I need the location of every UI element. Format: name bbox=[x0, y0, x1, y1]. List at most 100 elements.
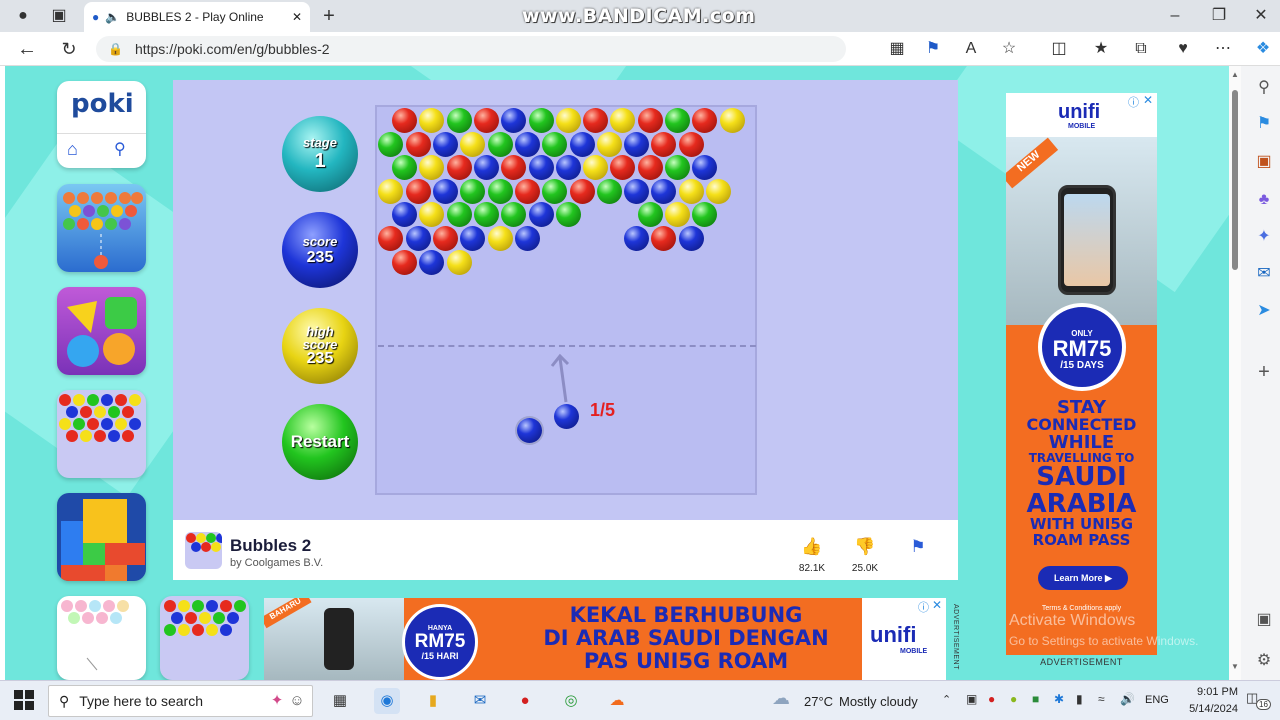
game-thumbnail-dots[interactable] bbox=[57, 596, 146, 680]
home-icon[interactable]: ⌂ bbox=[67, 139, 78, 160]
game-thumbnail-bubbles-2[interactable] bbox=[160, 596, 249, 680]
sidebar-games-icon[interactable]: ♣ bbox=[1252, 188, 1276, 212]
restart-button[interactable]: Restart bbox=[282, 404, 358, 480]
tray-bluetooth-icon[interactable]: ✱ bbox=[1054, 692, 1064, 706]
favorite-star-icon[interactable]: ☆ bbox=[996, 36, 1022, 62]
refresh-icon[interactable]: ↻ bbox=[56, 36, 82, 62]
ad-banner-bottom[interactable]: BAHARU HANYA RM75 /15 HARI KEKAL BERHUBU… bbox=[264, 598, 946, 680]
favorites-icon[interactable]: ★ bbox=[1088, 36, 1114, 62]
shooter-bubble[interactable] bbox=[554, 404, 579, 429]
tray-battery-icon[interactable]: ▮ bbox=[1076, 692, 1083, 706]
game-thumbnail-blocks[interactable] bbox=[57, 493, 146, 581]
bubble-red bbox=[473, 108, 499, 133]
bandicam-icon[interactable]: ● bbox=[512, 688, 538, 714]
browser-essentials-icon[interactable]: ♥ bbox=[1170, 36, 1196, 62]
coupon-icon[interactable]: ⚑ bbox=[920, 36, 946, 62]
ad-banner-right[interactable]: unifi MOBILE ⓘ ✕ NEW ONLY RM75 /15 DAYS … bbox=[1006, 93, 1157, 655]
ad-bottom-info-icon[interactable]: ⓘ bbox=[918, 599, 929, 615]
bubble-yellow bbox=[596, 131, 622, 157]
lock-icon: 🔒 bbox=[108, 42, 123, 56]
task-view-icon[interactable]: ▦ bbox=[327, 688, 353, 714]
bubble-red bbox=[583, 108, 609, 133]
tray-app-icon-1[interactable]: ▣ bbox=[966, 692, 977, 706]
bubble-green bbox=[487, 131, 513, 157]
close-tab-icon[interactable]: ✕ bbox=[292, 10, 302, 24]
ad-close-icon[interactable]: ✕ bbox=[1143, 93, 1153, 107]
sidebar-outlook-icon[interactable]: ✉ bbox=[1252, 262, 1276, 286]
scroll-up-icon[interactable]: ▲ bbox=[1231, 70, 1239, 79]
sidebar-search-icon[interactable]: ⚲ bbox=[1252, 76, 1276, 100]
language-indicator[interactable]: ENG bbox=[1145, 694, 1169, 706]
game-thumbnail-bubble-shooter[interactable] bbox=[57, 184, 146, 272]
bubble-blue bbox=[473, 155, 499, 181]
sidebar-add-icon[interactable]: + bbox=[1252, 360, 1276, 384]
ad-info-icon[interactable]: ⓘ bbox=[1128, 94, 1139, 110]
more-menu-icon[interactable]: ⋯ bbox=[1210, 36, 1236, 62]
soundcloud-icon[interactable]: ☁ bbox=[604, 688, 630, 714]
windows-start-icon[interactable] bbox=[14, 690, 34, 710]
volume-icon[interactable]: 🔊 bbox=[1120, 692, 1135, 706]
ad-learn-more-button[interactable]: Learn More ▶ bbox=[1038, 566, 1128, 590]
url-field[interactable]: 🔒 https://poki.com/en/g/bubbles-2 bbox=[96, 36, 846, 62]
collections-icon[interactable]: ⧉ bbox=[1128, 36, 1154, 62]
tray-chevron-icon[interactable]: ⌃ bbox=[942, 693, 951, 706]
sidebar-send-icon[interactable]: ➤ bbox=[1252, 299, 1276, 323]
ad-bottom-price-circle: HANYA RM75 /15 HARI bbox=[402, 604, 478, 680]
mail-icon[interactable]: ✉ bbox=[467, 688, 493, 714]
maximize-icon[interactable]: ❐ bbox=[1206, 3, 1232, 29]
split-screen-icon[interactable]: ◫ bbox=[1046, 36, 1072, 62]
ad-label-right: ADVERTISEMENT bbox=[1040, 657, 1123, 667]
game-thumbnail-bubbles[interactable] bbox=[57, 390, 146, 478]
bubble-blue bbox=[433, 178, 458, 204]
apps-icon[interactable]: ▦ bbox=[884, 36, 910, 62]
thumbs-up-icon[interactable]: 👍 bbox=[800, 537, 824, 557]
weather-icon[interactable]: ☁ bbox=[772, 688, 790, 709]
audio-icon[interactable]: 🔈 bbox=[105, 10, 120, 24]
scroll-down-icon[interactable]: ▼ bbox=[1231, 662, 1239, 671]
shots-counter: 1/5 bbox=[590, 400, 616, 420]
minimize-icon[interactable]: – bbox=[1162, 3, 1188, 29]
clock-date[interactable]: 5/14/2024 bbox=[1168, 703, 1238, 715]
edge-taskbar-icon[interactable]: ◉ bbox=[374, 688, 400, 714]
bubble-blue bbox=[624, 226, 650, 251]
read-aloud-icon[interactable]: A bbox=[958, 36, 984, 62]
restart-label: Restart bbox=[290, 432, 350, 451]
close-window-icon[interactable]: ✕ bbox=[1248, 3, 1274, 29]
bubble-blue bbox=[514, 131, 540, 157]
profile-icon[interactable]: ● bbox=[10, 3, 36, 29]
thumbs-down-icon[interactable]: 👎 bbox=[853, 537, 877, 557]
copilot-icon[interactable]: ❖ bbox=[1250, 36, 1276, 62]
new-tab-icon[interactable]: + bbox=[316, 3, 342, 29]
tab-bubbles[interactable]: ● 🔈 BUBBLES 2 - Play Online for ✕ bbox=[84, 2, 310, 32]
sidebar-screenshot-icon[interactable]: ▣ bbox=[1252, 608, 1276, 632]
wifi-icon[interactable]: ≈ bbox=[1098, 692, 1105, 706]
tray-app-icon-2[interactable]: ● bbox=[988, 692, 995, 706]
notifications-icon[interactable]: ◫ 16 bbox=[1246, 690, 1272, 712]
ad-bottom-brand-sub: MOBILE bbox=[900, 648, 928, 655]
tray-nvidia-icon[interactable]: ■ bbox=[1032, 692, 1039, 706]
report-flag-icon[interactable]: ⚑ bbox=[906, 537, 930, 557]
sidebar-tools-icon[interactable]: ▣ bbox=[1252, 150, 1276, 174]
bubble-blue bbox=[624, 131, 650, 157]
game-title: Bubbles 2 bbox=[230, 536, 312, 555]
poki-logo[interactable]: poki bbox=[71, 89, 134, 119]
game-thumbnail-candy[interactable] bbox=[57, 287, 146, 375]
back-icon[interactable]: ← bbox=[14, 36, 40, 62]
ad-headline: STAY CONNECTED WHILE TRAVELLING TO SAUDI… bbox=[1026, 397, 1137, 549]
sidebar-settings-icon[interactable]: ⚙ bbox=[1252, 649, 1276, 673]
tray-app-icon-3[interactable]: ● bbox=[1010, 692, 1017, 706]
file-explorer-icon[interactable]: ▮ bbox=[420, 688, 446, 714]
ad-bottom-phone bbox=[324, 608, 354, 670]
robot-icon[interactable]: ☺ bbox=[284, 688, 310, 714]
search-icon[interactable]: ⚲ bbox=[114, 139, 126, 159]
scrollbar-thumb[interactable] bbox=[1232, 90, 1238, 270]
ad-bottom-close-icon[interactable]: ✕ bbox=[932, 598, 942, 612]
clock-time[interactable]: 9:01 PM bbox=[1178, 686, 1238, 698]
bubble-green bbox=[446, 108, 472, 133]
sidebar-tag-icon[interactable]: ⚑ bbox=[1252, 112, 1276, 136]
stage-label: stage bbox=[303, 135, 337, 150]
tab-actions-icon[interactable]: ▣ bbox=[46, 3, 72, 29]
chrome-icon[interactable]: ◎ bbox=[558, 688, 584, 714]
sidebar-m365-icon[interactable]: ✦ bbox=[1252, 225, 1276, 249]
game-author: by Coolgames B.V. bbox=[230, 557, 324, 569]
